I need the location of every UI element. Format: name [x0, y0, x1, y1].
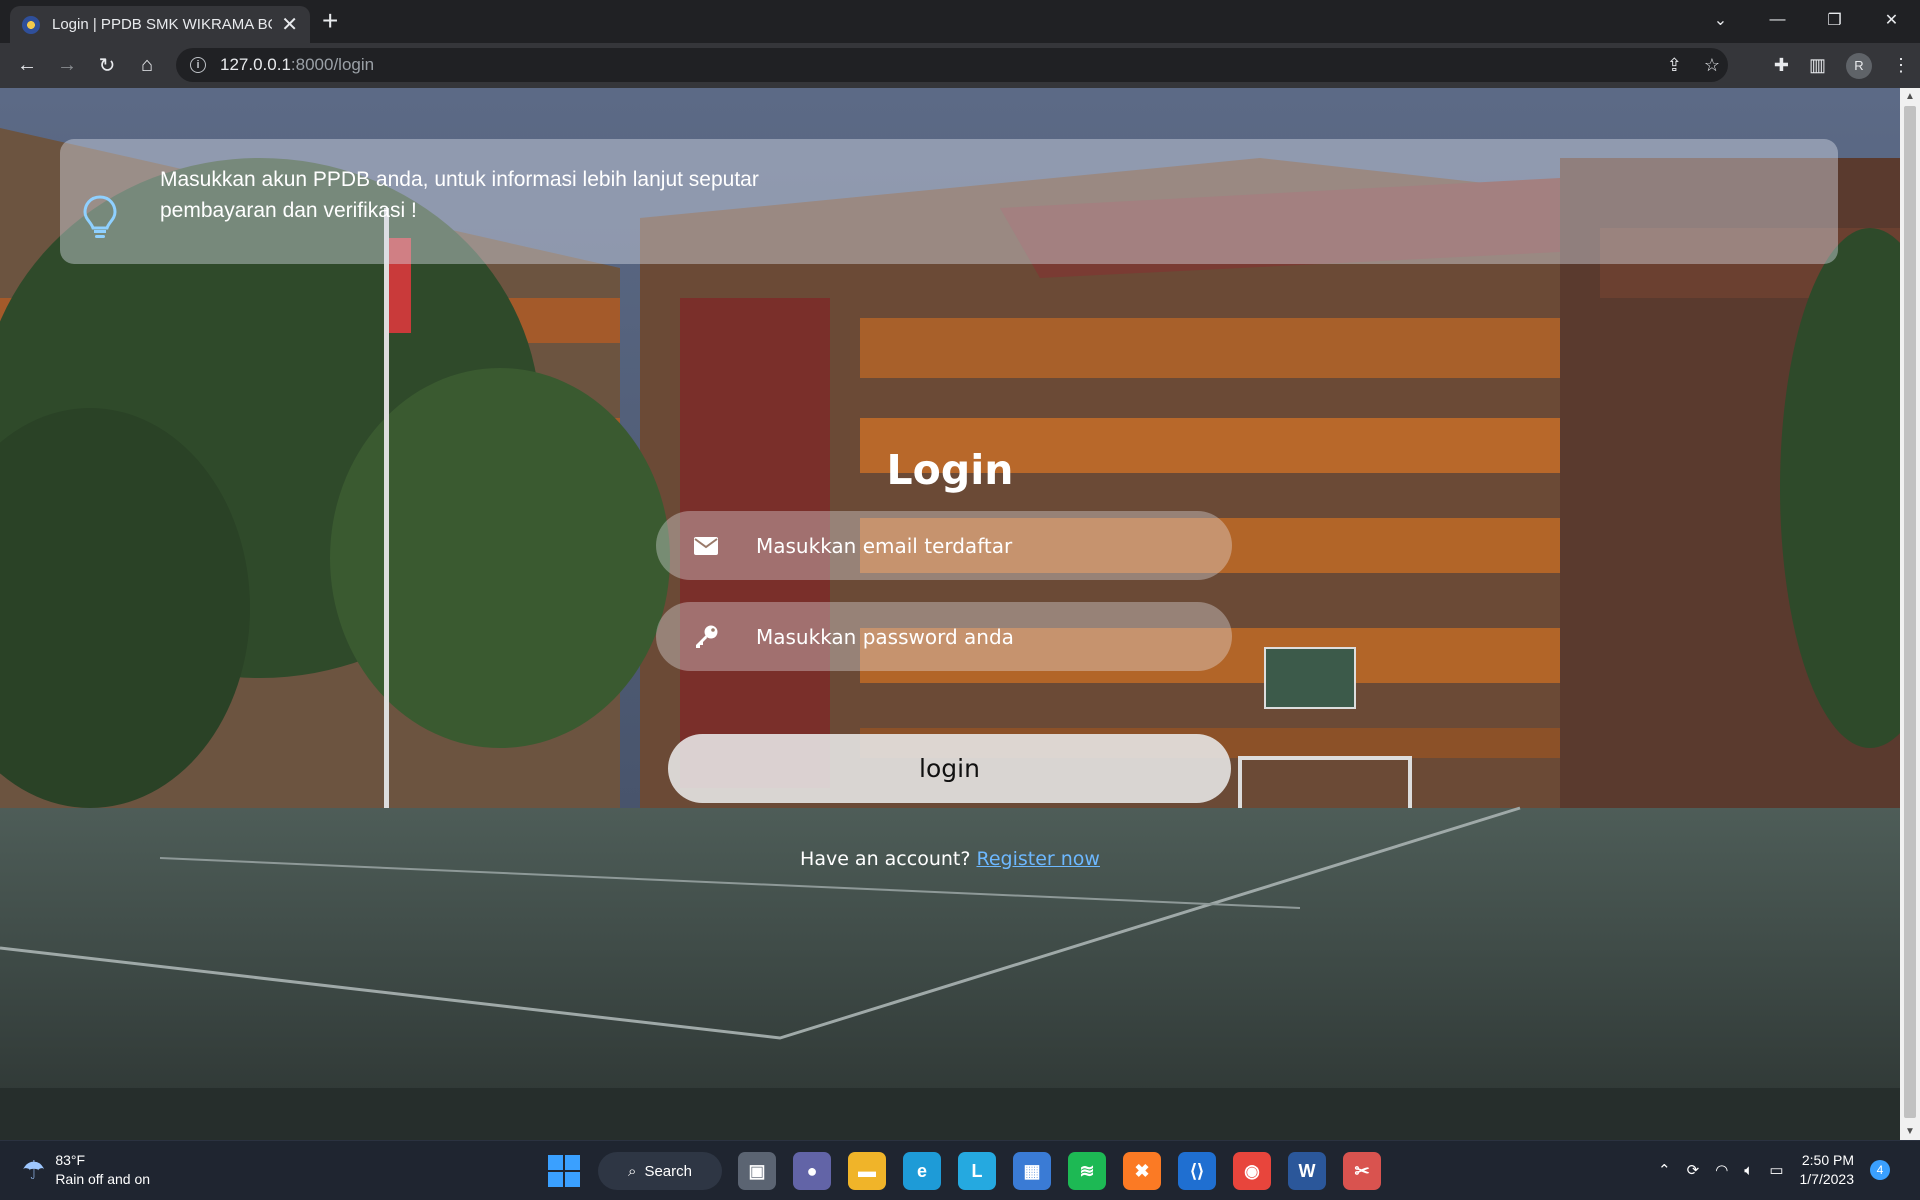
- password-input[interactable]: [756, 624, 1196, 649]
- clock-time: 2:50 PM: [1801, 1152, 1854, 1168]
- scrollbar-thumb[interactable]: [1904, 106, 1916, 1118]
- close-window-icon[interactable]: ✕: [1863, 0, 1920, 40]
- home-icon[interactable]: ⌂: [127, 46, 167, 86]
- key-icon: [656, 625, 756, 649]
- page-viewport: Masukkan akun PPDB anda, untuk informasi…: [0, 88, 1900, 1140]
- register-link[interactable]: Register now: [976, 848, 1099, 870]
- scroll-up-icon[interactable]: ▲: [1905, 91, 1915, 102]
- register-prompt-text: Have an account?: [800, 848, 971, 870]
- minimize-icon[interactable]: —: [1749, 0, 1806, 40]
- weather-temperature: 83°F: [55, 1152, 86, 1168]
- xampp-icon[interactable]: ✖: [1123, 1152, 1161, 1190]
- address-bar[interactable]: i 127.0.0.1:8000/login ⇪ ☆: [176, 48, 1728, 82]
- password-field[interactable]: [656, 602, 1232, 671]
- envelope-icon: [656, 536, 756, 555]
- volume-icon[interactable]: 🔈︎: [1744, 1162, 1753, 1179]
- weather-description: Rain off and on: [55, 1171, 151, 1187]
- windows-taskbar: ☂ 83°F Rain off and on ⌕ Search ▣ ● ▬ e L ▦ ≋ ✖…: [0, 1140, 1920, 1200]
- windows-start-icon[interactable]: [546, 1153, 582, 1189]
- extensions-icon[interactable]: ✚: [1774, 55, 1789, 76]
- scroll-down-icon[interactable]: ▼: [1905, 1126, 1915, 1137]
- chrome-icon[interactable]: ◉: [1233, 1152, 1271, 1190]
- notification-badge[interactable]: 4: [1870, 1160, 1890, 1180]
- restore-icon[interactable]: ❐: [1806, 0, 1863, 40]
- alert-message: Masukkan akun PPDB anda, untuk informasi…: [160, 168, 759, 222]
- word-icon[interactable]: W: [1288, 1152, 1326, 1190]
- info-alert: Masukkan akun PPDB anda, untuk informasi…: [60, 139, 1838, 264]
- weather-widget[interactable]: ☂ 83°F Rain off and on: [22, 1151, 150, 1189]
- system-tray: ⌃ ⟳ ◠ 🔈︎ ▭ 2:50 PM 1/7/2023 4: [1658, 1151, 1890, 1189]
- search-label: Search: [644, 1162, 692, 1180]
- taskbar-apps: ⌕ Search ▣ ● ▬ e L ▦ ≋ ✖ ⟨⟩ ◉ W ✂: [546, 1149, 1381, 1193]
- new-tab-button[interactable]: +: [322, 7, 338, 35]
- snipping-tool-icon[interactable]: ✂: [1343, 1152, 1381, 1190]
- menu-kebab-icon[interactable]: ⋮: [1892, 55, 1910, 76]
- browser-toolbar: ← → ↻ ⌂ i 127.0.0.1:8000/login ⇪ ☆ ✚ ▥ R…: [0, 43, 1920, 88]
- file-explorer-icon[interactable]: ▬: [848, 1152, 886, 1190]
- browser-titlebar: Login | PPDB SMK WIKRAMA BOGOR ✕ + ⌄ — ❐…: [0, 0, 1920, 43]
- bookmark-star-icon[interactable]: ☆: [1704, 55, 1720, 76]
- window-controls: ⌄ — ❐ ✕: [1692, 0, 1920, 40]
- profile-avatar[interactable]: R: [1846, 52, 1872, 79]
- system-clock[interactable]: 2:50 PM 1/7/2023: [1800, 1151, 1855, 1189]
- page-title: Login: [886, 446, 1014, 494]
- email-field[interactable]: [656, 511, 1232, 580]
- page-scrollbar[interactable]: ▲ ▼: [1900, 88, 1920, 1140]
- edge-icon[interactable]: e: [903, 1152, 941, 1190]
- browser-tab[interactable]: Login | PPDB SMK WIKRAMA BOGOR ✕: [10, 6, 310, 43]
- battery-icon[interactable]: ▭: [1769, 1161, 1783, 1179]
- search-icon: ⌕: [628, 1162, 637, 1180]
- login-button[interactable]: login: [668, 734, 1231, 803]
- teams-icon[interactable]: ●: [793, 1152, 831, 1190]
- clock-date: 1/7/2023: [1799, 1171, 1855, 1187]
- reload-icon[interactable]: ↻: [87, 46, 127, 86]
- microsoft-store-icon[interactable]: ▦: [1013, 1152, 1051, 1190]
- tab-title: Login | PPDB SMK WIKRAMA BOGOR: [52, 16, 272, 33]
- side-panel-icon[interactable]: ▥: [1809, 55, 1826, 76]
- site-info-icon[interactable]: i: [190, 57, 206, 73]
- site-favicon-icon: [22, 15, 40, 34]
- rain-umbrella-icon: ☂: [22, 1154, 46, 1185]
- lens-icon[interactable]: L: [958, 1152, 996, 1190]
- vscode-icon[interactable]: ⟨⟩: [1178, 1152, 1216, 1190]
- share-icon[interactable]: ⇪: [1667, 55, 1682, 76]
- tab-close-icon[interactable]: ✕: [281, 15, 298, 35]
- taskbar-search-button[interactable]: ⌕ Search: [598, 1152, 722, 1190]
- lightbulb-icon: [83, 195, 117, 238]
- spotify-icon[interactable]: ≋: [1068, 1152, 1106, 1190]
- tab-search-icon[interactable]: ⌄: [1692, 0, 1749, 40]
- sync-icon[interactable]: ⟳: [1687, 1161, 1700, 1179]
- register-prompt: Have an account? Register now: [0, 848, 1900, 870]
- url-text: 127.0.0.1:8000/login: [220, 55, 375, 74]
- task-view-icon[interactable]: ▣: [738, 1152, 776, 1190]
- chevron-up-icon[interactable]: ⌃: [1658, 1161, 1671, 1179]
- email-input[interactable]: [756, 533, 1196, 558]
- back-icon[interactable]: ←: [7, 46, 47, 86]
- forward-icon[interactable]: →: [47, 46, 87, 86]
- wifi-icon[interactable]: ◠: [1715, 1161, 1728, 1179]
